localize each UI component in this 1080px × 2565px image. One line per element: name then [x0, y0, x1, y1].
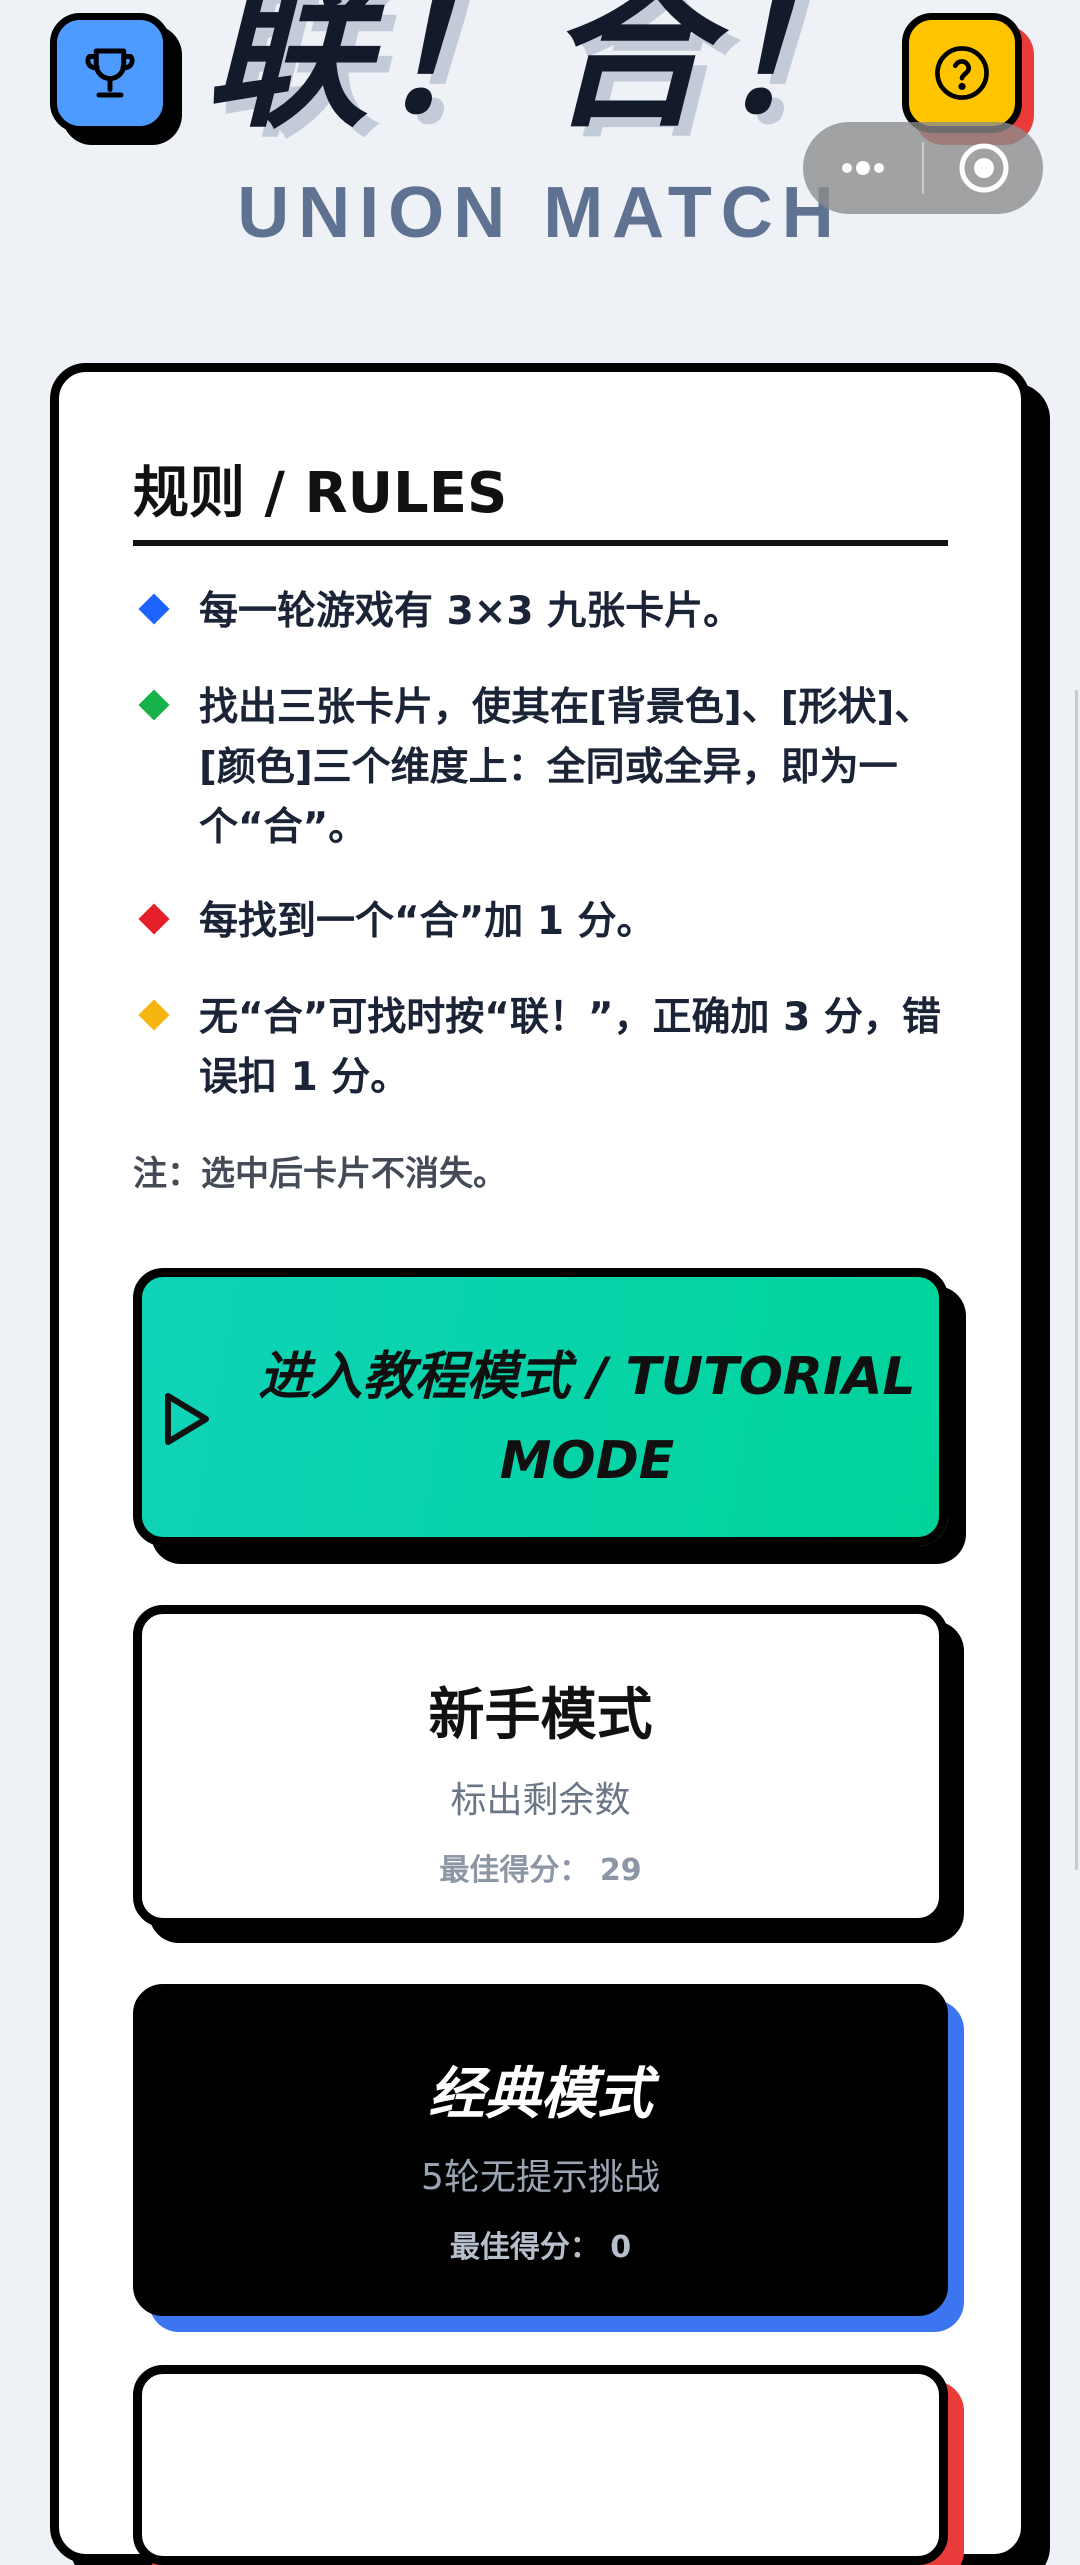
scrollbar[interactable]	[1075, 690, 1078, 1870]
rules-divider	[133, 540, 948, 546]
rules-title: 规则 / RULES	[133, 461, 508, 526]
mode-title: 新手模式	[428, 1683, 653, 1748]
rules-note: 注：选中后卡片不消失。	[133, 1154, 507, 1194]
rule-text: 每找到一个“合”加 1 分。	[199, 899, 656, 944]
rule-item: 每一轮游戏有 3×3 九张卡片。	[133, 582, 953, 642]
blue-diamond-icon	[138, 593, 170, 625]
tutorial-mode-button[interactable]: 进入教程模式 / TUTORIAL MODE	[133, 1268, 948, 1546]
mode-subtitle: 5轮无提示挑战	[421, 2157, 660, 2198]
rule-text: 无“合”可找时按“联！”，正确加 3 分，错误扣 1 分。	[199, 995, 941, 1100]
target-icon	[959, 143, 1008, 193]
question-circle-icon	[935, 46, 989, 100]
tutorial-mode-label: 进入教程模式 / TUTORIAL MODE	[258, 1347, 916, 1491]
leaderboard-button[interactable]	[50, 13, 170, 133]
best-score: 最佳得分： 0	[449, 2230, 632, 2265]
red-diamond-icon	[138, 903, 170, 935]
beginner-mode-button[interactable]: 新手模式 标出剩余数 最佳得分： 29	[133, 1605, 948, 1927]
help-button[interactable]	[902, 13, 1022, 133]
rule-item: 每找到一个“合”加 1 分。	[133, 892, 953, 952]
play-icon	[165, 1393, 209, 1445]
mini-program-capsule	[803, 122, 1043, 214]
best-score: 最佳得分： 29	[439, 1853, 642, 1888]
more-button[interactable]	[803, 122, 922, 214]
close-program-button[interactable]	[924, 122, 1043, 214]
green-diamond-icon	[138, 689, 170, 721]
mode-title: 经典模式	[428, 2062, 653, 2127]
classic-mode-button[interactable]: 经典模式 5轮无提示挑战 最佳得分： 0	[133, 1984, 948, 2316]
mode-subtitle: 标出剩余数	[450, 1780, 631, 1821]
more-dots-icon	[841, 161, 884, 175]
next-mode-button[interactable]	[133, 2365, 948, 2565]
rule-item: 无“合”可找时按“联！”，正确加 3 分，错误扣 1 分。	[133, 988, 953, 1108]
yellow-diamond-icon	[138, 999, 170, 1031]
rule-item: 找出三张卡片，使其在[背景色]、[形状]、[颜色]三个维度上：全同或全异，即为一…	[133, 678, 953, 858]
trophy-icon	[85, 48, 135, 98]
logo-title-cn: 联！合！	[205, 0, 886, 150]
rule-text: 每一轮游戏有 3×3 九张卡片。	[199, 589, 743, 634]
rule-text: 找出三张卡片，使其在[背景色]、[形状]、[颜色]三个维度上：全同或全异，即为一…	[199, 685, 934, 850]
